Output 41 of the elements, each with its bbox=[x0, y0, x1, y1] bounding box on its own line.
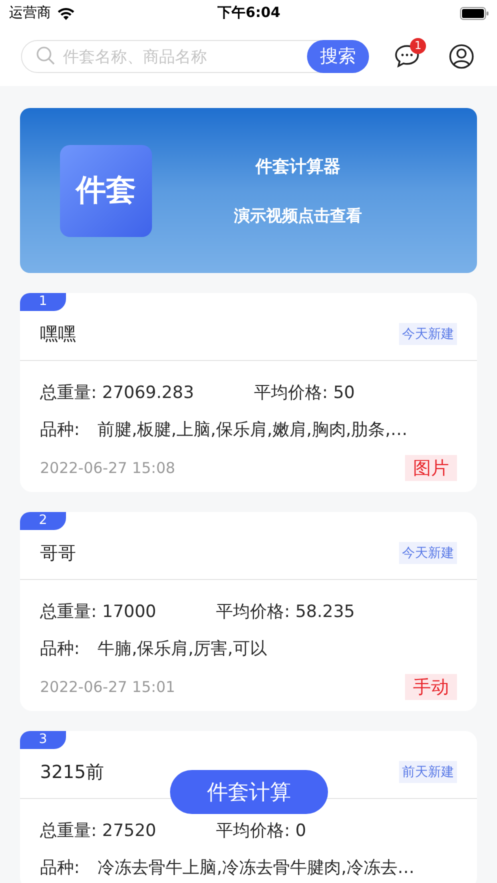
promo-banner[interactable]: 件套 件套计算器 演示视频点击查看 bbox=[20, 108, 477, 273]
banner-title: 件套计算器 bbox=[256, 156, 340, 178]
average-price: 平均价格: 0 bbox=[216, 820, 306, 842]
user-icon[interactable] bbox=[449, 44, 474, 68]
index-tab: 1 bbox=[20, 293, 66, 311]
average-price: 平均价格: 58.235 bbox=[216, 600, 355, 622]
created-time: 2022-06-27 15:01 bbox=[40, 678, 176, 696]
banner-subtitle: 演示视频点击查看 bbox=[234, 206, 362, 226]
record-card[interactable]: 1 嘿嘿 今天新建 总重量: 27069.283 平均价格: 50 品种: 前腱,板腱,上脑,保乐肩,嫩肩,胸肉,肋条,… 2022-06-27 15:08 图片 bbox=[20, 293, 477, 492]
variety-label: 品种: bbox=[40, 418, 80, 440]
search-button[interactable]: 搜索 bbox=[307, 40, 369, 72]
total-weight: 总重量: 27520 bbox=[40, 820, 156, 842]
app-logo: 件套 bbox=[60, 144, 152, 236]
clock-time: 下午6:04 bbox=[218, 4, 280, 22]
index-tab: 3 bbox=[20, 731, 66, 749]
index-tab: 2 bbox=[20, 512, 66, 530]
calculate-button[interactable]: 件套计算 bbox=[170, 770, 328, 814]
battery-icon bbox=[460, 6, 489, 20]
record-card[interactable]: 2 哥哥 今天新建 总重量: 17000 平均价格: 58.235 品种: 牛腩,保乐肩,厉害,可以 2022-06-27 15:01 手动 bbox=[20, 512, 477, 711]
variety-label: 品种: bbox=[40, 856, 80, 878]
source-tag: 图片 bbox=[405, 455, 457, 481]
search-icon bbox=[36, 46, 56, 66]
average-price: 平均价格: 50 bbox=[254, 382, 355, 404]
created-tag: 前天新建 bbox=[399, 761, 457, 783]
card-title: 嘿嘿 bbox=[40, 323, 76, 346]
variety-list: 牛腩,保乐肩,厉害,可以 bbox=[98, 636, 267, 660]
created-tag: 今天新建 bbox=[399, 323, 457, 345]
variety-list: 前腱,板腱,上脑,保乐肩,嫩肩,胸肉,肋条,… bbox=[98, 418, 408, 440]
card-title: 3215前 bbox=[40, 761, 104, 784]
source-tag: 手动 bbox=[405, 674, 457, 700]
created-time: 2022-06-27 15:08 bbox=[40, 459, 176, 477]
total-weight: 总重量: 17000 bbox=[40, 600, 156, 622]
variety-list: 冷冻去骨牛上脑,冷冻去骨牛腱肉,冷冻去… bbox=[98, 856, 415, 878]
carrier-name: 运营商 bbox=[9, 4, 51, 22]
card-title: 哥哥 bbox=[40, 542, 76, 565]
search-field[interactable]: 件套名称、商品名称 搜索 bbox=[21, 40, 369, 72]
wifi-icon bbox=[57, 6, 75, 20]
variety-label: 品种: bbox=[40, 638, 80, 660]
total-weight: 总重量: 27069.283 bbox=[40, 382, 194, 404]
notification-badge: 1 bbox=[410, 38, 426, 54]
created-tag: 今天新建 bbox=[399, 542, 457, 564]
